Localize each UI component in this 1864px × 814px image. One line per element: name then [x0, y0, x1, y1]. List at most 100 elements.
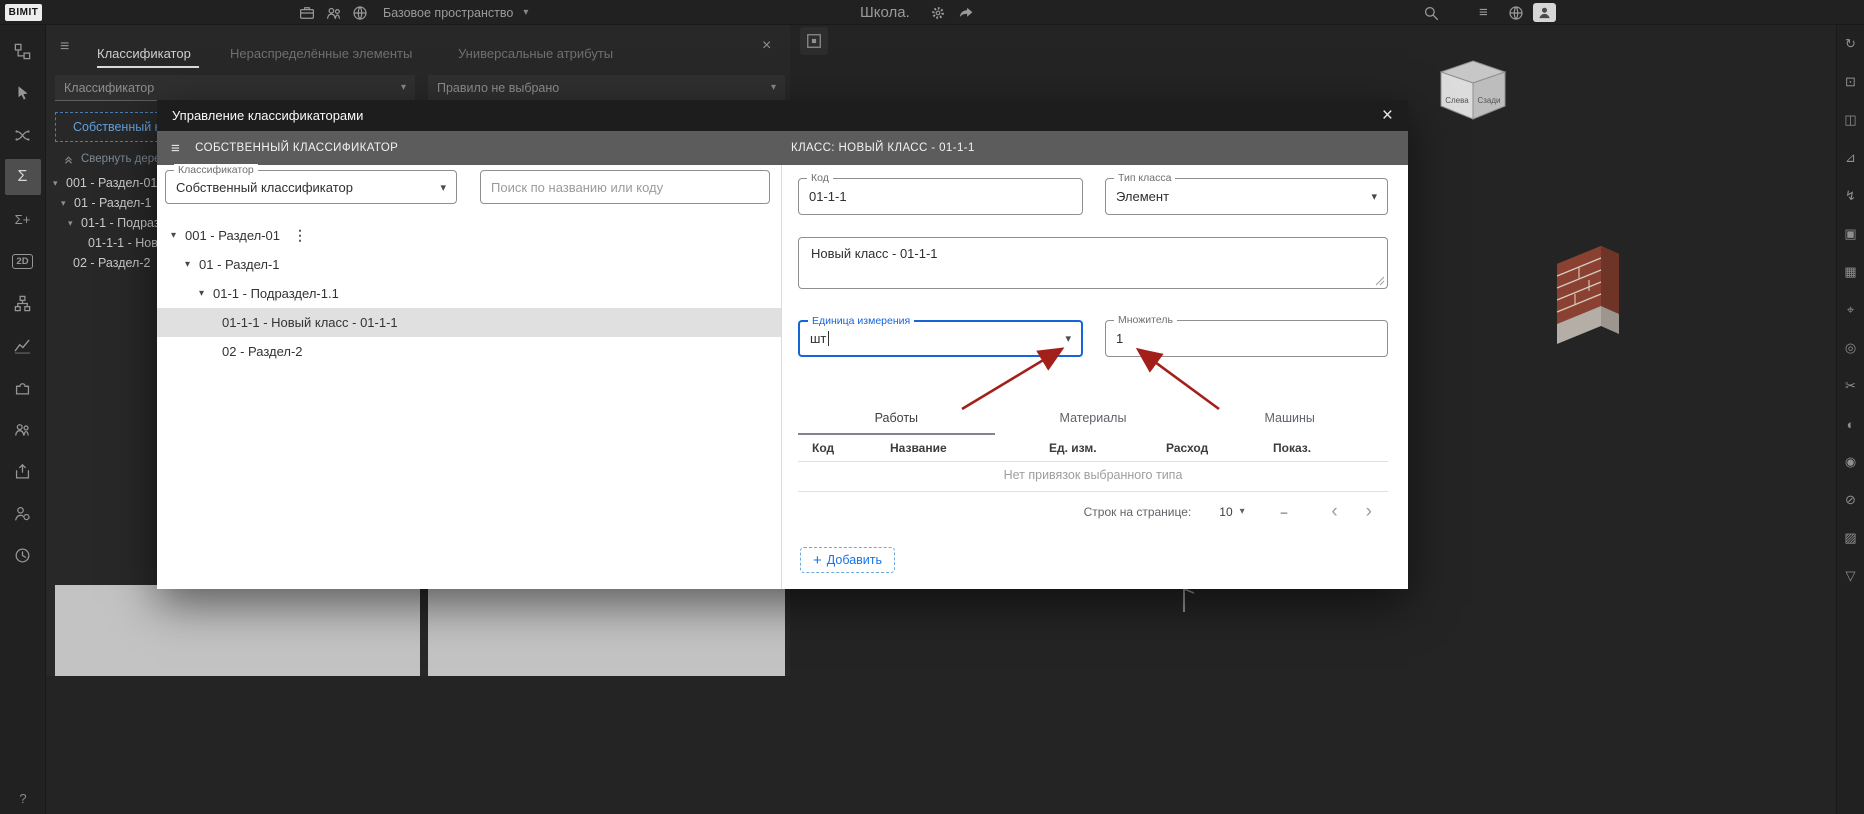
caret-down-icon[interactable]: ▾ [185, 259, 199, 270]
tab-classifier[interactable]: Классификатор [97, 46, 191, 61]
plugins-button[interactable] [0, 366, 45, 408]
app-logo[interactable]: BIMIT [5, 4, 42, 21]
user-settings-icon [15, 506, 30, 520]
focus-icon[interactable]: ⌖ [1837, 291, 1864, 329]
multiplier-field[interactable]: Множитель 1 [1105, 314, 1388, 357]
class-type-select[interactable]: Тип класса Элемент ▾ [1105, 172, 1388, 215]
fit-view-icon[interactable]: ⊡ [1837, 63, 1864, 101]
panel-close-icon[interactable]: × [762, 37, 771, 55]
viewport-capture-button[interactable] [800, 27, 828, 55]
code-field[interactable]: Код 01-1-1 [798, 172, 1083, 215]
class-type-value: Элемент [1116, 189, 1170, 204]
caret-down-icon[interactable]: ▾ [53, 178, 66, 189]
tab-machines[interactable]: Машины [1191, 405, 1388, 435]
unit-select[interactable]: Единица измерения шт ▾ [798, 315, 1083, 357]
plus-icon: + [813, 551, 822, 569]
rows-per-page-select[interactable]: 10 ▾ [1219, 505, 1244, 519]
prev-page-icon[interactable]: ‹ [1331, 502, 1337, 521]
tree-item-selected[interactable]: 01-1-1 - Новый класс - 01-1-1 [157, 308, 781, 337]
relations-button[interactable] [0, 114, 45, 156]
visibility-off-icon[interactable]: ⊘ [1837, 481, 1864, 519]
filter-icon[interactable]: ▽ [1837, 557, 1864, 595]
chevron-down-icon[interactable]: ▾ [440, 181, 446, 194]
cursor-icon [18, 86, 27, 100]
cut-icon[interactable]: ✂ [1837, 367, 1864, 405]
resize-handle-icon[interactable] [1375, 276, 1385, 286]
cube-right-face-label[interactable]: Сзади [1477, 96, 1500, 105]
tree-item[interactable]: ▾ 01-1 - Подраздел-1.1 [157, 279, 781, 308]
snap-icon[interactable]: ↯ [1837, 177, 1864, 215]
topbar: BIMIT Базовое пространство ▾ Школа. ≡ [0, 0, 1864, 25]
left-section-header: ≡ СОБСТВЕННЫЙ КЛАССИФИКАТОР [157, 131, 782, 165]
class-name-textarea[interactable]: Новый класс - 01-1-1 [798, 237, 1388, 289]
menu-icon[interactable]: ≡ [171, 140, 180, 157]
export-button[interactable] [0, 450, 45, 492]
web-sync-icon[interactable] [351, 4, 369, 22]
workspace-selector[interactable]: Базовое пространство ▾ [383, 0, 528, 25]
tab-materials[interactable]: Материалы [995, 405, 1192, 435]
next-page-icon[interactable]: › [1366, 502, 1372, 521]
tree-item[interactable]: ▾ 001 - Раздел-01 ⋮ [157, 221, 781, 250]
tab-unassigned-elements[interactable]: Нераспределённые элементы [230, 46, 412, 61]
settings-gear-icon[interactable] [929, 4, 947, 22]
solid-view-icon[interactable]: ▣ [1837, 215, 1864, 253]
caret-down-icon[interactable]: ▾ [171, 230, 185, 241]
tree-item-label: 001 - Раздел-01 [66, 176, 158, 190]
collaboration-icon[interactable] [325, 4, 343, 22]
classifier-select[interactable]: Классификатор Собственный классификатор … [165, 164, 457, 204]
globe-icon[interactable] [1507, 4, 1525, 22]
history-button[interactable] [0, 534, 45, 576]
user-roles-button[interactable] [0, 492, 45, 534]
tree-item-label: 01-1-1 - Новый класс - 01-1-1 [222, 315, 398, 330]
left-content-placeholder [55, 585, 420, 676]
panel-menu-icon[interactable]: ≡ [60, 38, 69, 56]
measure-icon[interactable]: ⊿ [1837, 139, 1864, 177]
kebab-menu-icon[interactable]: ⋮ [293, 227, 307, 244]
caret-down-icon[interactable]: ▾ [68, 218, 81, 229]
cube-left-face-label[interactable]: Слева [1445, 96, 1469, 105]
sum-button[interactable]: Σ [0, 156, 45, 198]
add-binding-button[interactable]: + Добавить [800, 547, 896, 573]
pin-icon[interactable]: ◎ [1837, 329, 1864, 367]
col-unit: Ед. изм. [1049, 441, 1097, 455]
dialog-section-headers: ≡ СОБСТВЕННЫЙ КЛАССИФИКАТОР КЛАСС: НОВЫЙ… [157, 131, 1408, 165]
chevron-down-icon[interactable]: ▾ [1065, 332, 1071, 345]
view-2d-button[interactable]: 2D [0, 240, 45, 282]
rule-filter-select[interactable]: Правило не выбрано ▾ [428, 75, 785, 101]
chart-button[interactable] [0, 324, 45, 366]
divider [798, 491, 1388, 492]
search-input[interactable]: Поиск по названию или коду [480, 170, 770, 204]
menu-list-icon[interactable]: ≡ [1479, 0, 1488, 25]
material-paint-icon[interactable]: ▨ [1837, 519, 1864, 557]
visibility-icon[interactable]: ◉ [1837, 443, 1864, 481]
model-tree-button[interactable] [0, 30, 45, 72]
unit-select-value: шт [810, 331, 827, 346]
tree-item[interactable]: 02 - Раздел-2 [157, 337, 781, 366]
pagination: Строк на странице: 10 ▾ – ‹ › [798, 502, 1388, 521]
grid-icon[interactable]: ▦ [1837, 253, 1864, 291]
workspace-label: Базовое пространство [383, 5, 514, 20]
navigation-cube[interactable]: Слева Сзади [1437, 59, 1509, 123]
tree-item[interactable]: ▾ 01 - Раздел-1 [157, 250, 781, 279]
section-plane-icon[interactable]: ◫ [1837, 101, 1864, 139]
user-avatar[interactable] [1533, 3, 1556, 22]
team-button[interactable] [0, 408, 45, 450]
select-button[interactable] [0, 72, 45, 114]
left-toolbar: Σ Σ+ 2D ? [0, 25, 46, 814]
caret-down-icon[interactable]: ▾ [61, 198, 74, 209]
sum-add-button[interactable]: Σ+ [0, 198, 45, 240]
toolbox-icon[interactable] [298, 4, 316, 22]
chevron-down-icon[interactable]: ▾ [1371, 190, 1377, 203]
share-icon[interactable] [957, 4, 975, 22]
classifier-filter-select[interactable]: Классификатор ▾ [55, 75, 415, 101]
tab-works[interactable]: Работы [798, 405, 995, 435]
search-icon[interactable] [1422, 4, 1440, 22]
caret-down-icon[interactable]: ▾ [199, 288, 213, 299]
shaded-view-icon[interactable]: ◐ [1837, 405, 1864, 443]
hierarchy-button[interactable] [0, 282, 45, 324]
right-section-header: КЛАСС: НОВЫЙ КЛАСС - 01-1-1 [782, 131, 1408, 165]
orbit-icon[interactable]: ↻ [1837, 25, 1864, 63]
dialog-close-icon[interactable]: × [1382, 106, 1393, 125]
tab-universal-attributes[interactable]: Универсальные атрибуты [458, 46, 613, 61]
help-button[interactable]: ? [0, 791, 46, 806]
